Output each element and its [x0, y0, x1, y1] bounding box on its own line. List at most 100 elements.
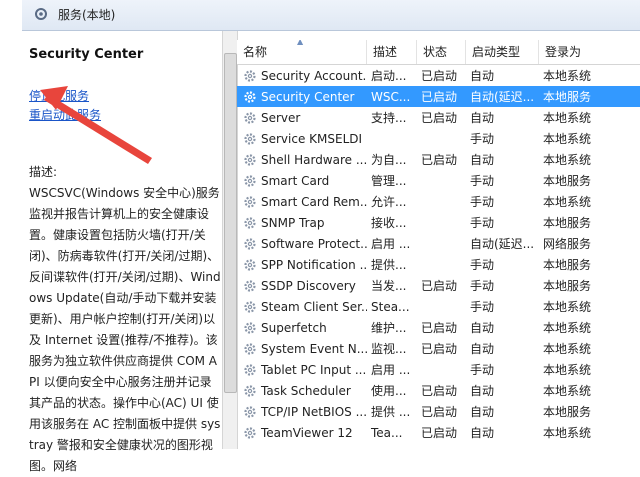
column-header-startup-type[interactable]: 启动类型: [466, 40, 539, 64]
service-logon: 本地系统: [543, 321, 592, 335]
window-frame-left: [0, 0, 23, 449]
column-header-logon-as[interactable]: 登录为: [539, 40, 640, 64]
service-description: WSC...: [371, 89, 411, 104]
service-name: Tablet PC Input ...: [237, 363, 367, 377]
service-description: Tea...: [371, 425, 403, 440]
service-startup-type: 自动(延迟...: [470, 90, 535, 104]
scrollbar-thumb[interactable]: [224, 53, 237, 393]
service-name: Software Protect...: [237, 237, 367, 251]
services-table: ▲ 名称 描述 状态 启动类型 登录为 Security Account... 启…: [237, 40, 640, 449]
gear-icon: [244, 300, 256, 313]
table-row[interactable]: Task Scheduler 使用... 已启动 自动 本地系统: [237, 380, 640, 401]
gear-icon: [244, 342, 256, 355]
table-row[interactable]: Superfetch 维护... 已启动 自动 本地系统: [237, 317, 640, 338]
service-logon: 本地服务: [543, 90, 592, 104]
service-status: 已启动: [421, 69, 458, 83]
gear-icon: [244, 174, 256, 187]
table-row[interactable]: Security Account... 启动... 已启动 自动 本地系统: [237, 65, 640, 86]
table-row[interactable]: Steam Client Ser... Stea... 手动 本地系统: [237, 296, 640, 317]
service-name-text: SSDP Discovery: [261, 278, 356, 293]
service-name-text: Task Scheduler: [261, 383, 351, 398]
service-name-text: Steam Client Ser...: [261, 299, 367, 314]
red-arrow-annotation: [40, 86, 152, 164]
table-row[interactable]: Tablet PC Input ... 启用 ... 手动 本地系统: [237, 359, 640, 380]
service-description: 当发...: [371, 279, 407, 293]
table-row[interactable]: Shell Hardware ... 为自... 已启动 自动 本地系统: [237, 149, 640, 170]
service-name: Server: [237, 111, 367, 125]
service-name: Smart Card Rem...: [237, 195, 367, 209]
description-text: WSCSVC(Windows 安全中心)服务监视并报告计算机上的安全健康设置。健…: [29, 186, 221, 473]
table-row[interactable]: Smart Card 管理... 手动 本地服务: [237, 170, 640, 191]
table-row[interactable]: Software Protect... 启用 ... 自动(延迟... 网络服务: [237, 233, 640, 254]
service-name: Smart Card: [237, 174, 367, 188]
gear-icon: [244, 363, 256, 376]
service-description: 管理...: [371, 174, 407, 188]
service-name-text: Superfetch: [261, 320, 327, 335]
table-row[interactable]: Service KMSELDI 手动 本地系统: [237, 128, 640, 149]
table-row[interactable]: SNMP Trap 接收... 手动 本地服务: [237, 212, 640, 233]
service-logon: 本地系统: [543, 195, 592, 209]
table-row[interactable]: Smart Card Rem... 允许... 手动 本地系统: [237, 191, 640, 212]
service-startup-type: 手动: [470, 363, 495, 377]
table-row[interactable]: Security Center WSC... 已启动 自动(延迟... 本地服务: [237, 86, 640, 107]
service-name-text: Tablet PC Input ...: [261, 362, 367, 377]
service-description: Stea...: [371, 299, 410, 314]
column-header-status[interactable]: 状态: [417, 40, 466, 64]
gear-icon: [244, 132, 256, 145]
gear-icon: [244, 405, 256, 418]
service-status: 已启动: [421, 90, 458, 104]
column-header-name[interactable]: ▲ 名称: [237, 40, 367, 64]
service-startup-type: 手动: [470, 195, 495, 209]
service-description: 支持...: [371, 111, 407, 125]
service-startup-type: 手动: [470, 174, 495, 188]
service-logon: 本地服务: [543, 216, 592, 230]
service-startup-type: 手动: [470, 132, 495, 146]
service-name: SNMP Trap: [237, 216, 367, 230]
service-status: 已启动: [421, 111, 458, 125]
service-logon: 本地系统: [543, 342, 592, 356]
service-startup-type: 手动: [470, 258, 495, 272]
table-row[interactable]: Server 支持... 已启动 自动 本地系统: [237, 107, 640, 128]
column-header-description[interactable]: 描述: [367, 40, 417, 64]
service-startup-type: 手动: [470, 300, 495, 314]
service-name-text: SNMP Trap: [261, 215, 325, 230]
table-row[interactable]: System Event N... 监视... 已启动 自动 本地系统: [237, 338, 640, 359]
gear-icon: [244, 258, 256, 271]
service-name: Security Center: [237, 90, 367, 104]
service-status: 已启动: [421, 342, 458, 356]
service-name-text: Smart Card Rem...: [261, 194, 367, 209]
table-row[interactable]: TCP/IP NetBIOS ... 提供 ... 已启动 自动 本地服务: [237, 401, 640, 422]
table-row[interactable]: TeamViewer 12 Tea... 已启动 自动 本地系统: [237, 422, 640, 443]
gear-icon: [244, 153, 256, 166]
service-name-text: Software Protect...: [261, 236, 367, 251]
service-description: 接收...: [371, 216, 407, 230]
service-startup-type: 自动: [470, 342, 495, 356]
service-status: 已启动: [421, 153, 458, 167]
service-name-text: Security Account...: [261, 68, 367, 83]
service-name-text: System Event N...: [261, 341, 367, 356]
service-name: TCP/IP NetBIOS ...: [237, 405, 367, 419]
service-name-text: SPP Notification ...: [261, 257, 367, 272]
service-name: SSDP Discovery: [237, 279, 367, 293]
table-row[interactable]: SPP Notification ... 提供... 手动 本地服务: [237, 254, 640, 275]
service-description: 提供 ...: [371, 405, 411, 419]
service-logon: 本地系统: [543, 153, 592, 167]
service-logon: 本地服务: [543, 258, 592, 272]
services-icon: [35, 8, 47, 20]
service-name: Superfetch: [237, 321, 367, 335]
service-description: 使用...: [371, 384, 407, 398]
service-startup-type: 自动: [470, 111, 495, 125]
service-logon: 本地服务: [543, 279, 592, 293]
panel-title: 服务(本地): [58, 8, 116, 22]
service-logon: 网络服务: [543, 237, 592, 251]
description-scrollbar[interactable]: [222, 31, 238, 449]
service-logon: 本地系统: [543, 426, 592, 440]
service-startup-type: 自动: [470, 153, 495, 167]
service-startup-type: 手动: [470, 216, 495, 230]
service-startup-type: 自动: [470, 69, 495, 83]
service-logon: 本地系统: [543, 111, 592, 125]
service-name-text: Server: [261, 110, 301, 125]
table-row[interactable]: SSDP Discovery 当发... 已启动 手动 本地服务: [237, 275, 640, 296]
service-logon: 本地系统: [543, 384, 592, 398]
service-name-text: Service KMSELDI: [261, 131, 363, 146]
